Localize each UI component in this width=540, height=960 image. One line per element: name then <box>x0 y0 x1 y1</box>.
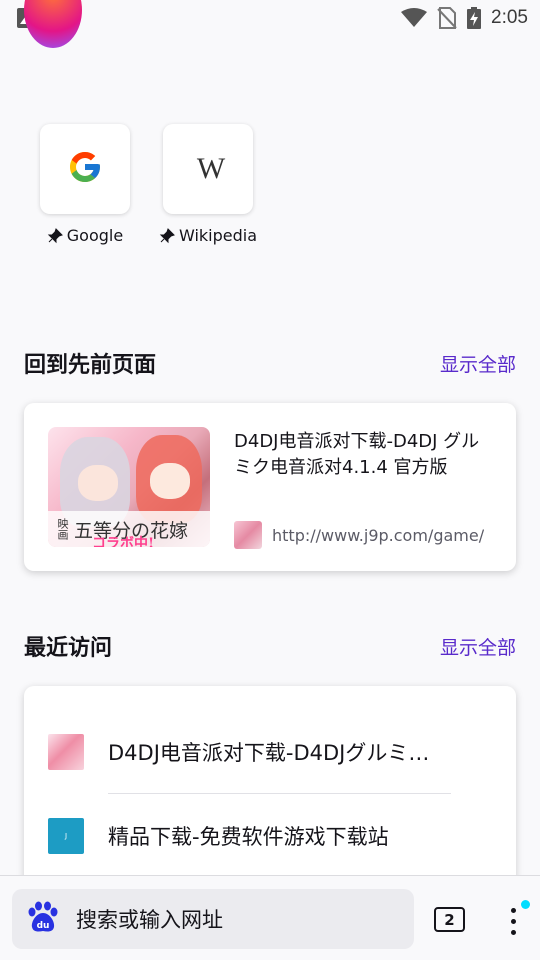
thumbnail-face <box>150 463 190 499</box>
top-site-label: Wikipedia <box>159 226 257 245</box>
jump-back-card[interactable]: 映画 五等分の花嫁 コラボ中! D4DJ电音派对下载-D4DJ グルミク电音派对… <box>24 403 516 571</box>
page-url: http://www.j9p.com/game/ <box>272 525 485 545</box>
d4dj-favicon <box>48 734 84 770</box>
no-sim-icon <box>437 7 457 29</box>
divider <box>108 793 451 794</box>
bottom-toolbar: du 搜索或输入网址 2 <box>0 875 540 960</box>
section-title: 最近访问 <box>24 636 113 661</box>
jp-favicon: J <box>48 818 84 854</box>
list-item[interactable]: D4DJ电音派对下载-D4DJグルミク电音派对 <box>48 732 468 772</box>
list-item[interactable]: J 精品下载-免费软件游戏下载站 <box>48 816 468 856</box>
tab-counter-button[interactable]: 2 <box>434 907 465 932</box>
pin-icon <box>47 227 63 244</box>
firefox-logo <box>24 0 82 48</box>
recent-item-label: 精品下载-免费软件游戏下载站 <box>108 825 389 849</box>
top-site-tile[interactable]: W <box>163 124 253 214</box>
wikipedia-logo-icon: W <box>196 152 225 185</box>
show-all-button[interactable]: 显示全部 <box>440 350 516 377</box>
jump-back-header: 回到先前页面 显示全部 <box>24 347 516 379</box>
top-site-label: Google <box>47 226 123 245</box>
pin-icon <box>159 227 175 244</box>
section-title: 回到先前页面 <box>24 353 157 378</box>
thumbnail-face <box>78 465 118 501</box>
page-thumbnail: 映画 五等分の花嫁 コラボ中! <box>48 427 210 547</box>
menu-dot <box>511 908 516 913</box>
battery-charging-icon <box>467 7 482 29</box>
top-site-wikipedia[interactable]: W Wikipedia <box>159 124 257 245</box>
top-sites: Google W Wikipedia <box>40 124 257 245</box>
url-bar-placeholder: 搜索或输入网址 <box>76 908 223 932</box>
site-favicon <box>234 521 262 549</box>
thumbnail-banner: 映画 五等分の花嫁 コラボ中! <box>48 511 210 547</box>
google-logo-icon <box>67 149 103 189</box>
page-url-row: http://www.j9p.com/game/ <box>234 521 494 549</box>
tab-count: 2 <box>444 910 455 929</box>
baidu-icon[interactable]: du <box>26 900 60 938</box>
three-dot-menu-icon[interactable] <box>500 900 530 940</box>
recent-visits-header: 最近访问 显示全部 <box>24 630 516 662</box>
wifi-icon <box>401 8 428 28</box>
menu-dot <box>511 930 516 935</box>
menu-dot <box>511 919 516 924</box>
recent-item-label: D4DJ电音派对下载-D4DJグルミク电音派对 <box>108 741 448 765</box>
url-bar[interactable]: du 搜索或输入网址 <box>12 889 414 949</box>
thumbnail-tag: 映画 <box>56 518 69 540</box>
top-site-name: Wikipedia <box>178 226 258 245</box>
status-icons: 2:05 <box>401 7 528 29</box>
top-site-name: Google <box>66 226 124 245</box>
thumbnail-sub: コラボ中! <box>92 536 155 547</box>
status-time: 2:05 <box>491 7 528 28</box>
show-all-button[interactable]: 显示全部 <box>440 633 516 660</box>
top-site-google[interactable]: Google <box>40 124 130 245</box>
top-site-tile[interactable] <box>40 124 130 214</box>
svg-text:du: du <box>37 921 50 931</box>
page-title: D4DJ电音派对下载-D4DJ グルミク电音派对4.1.4 官方版 <box>234 431 480 478</box>
menu-notification-dot <box>521 900 530 909</box>
